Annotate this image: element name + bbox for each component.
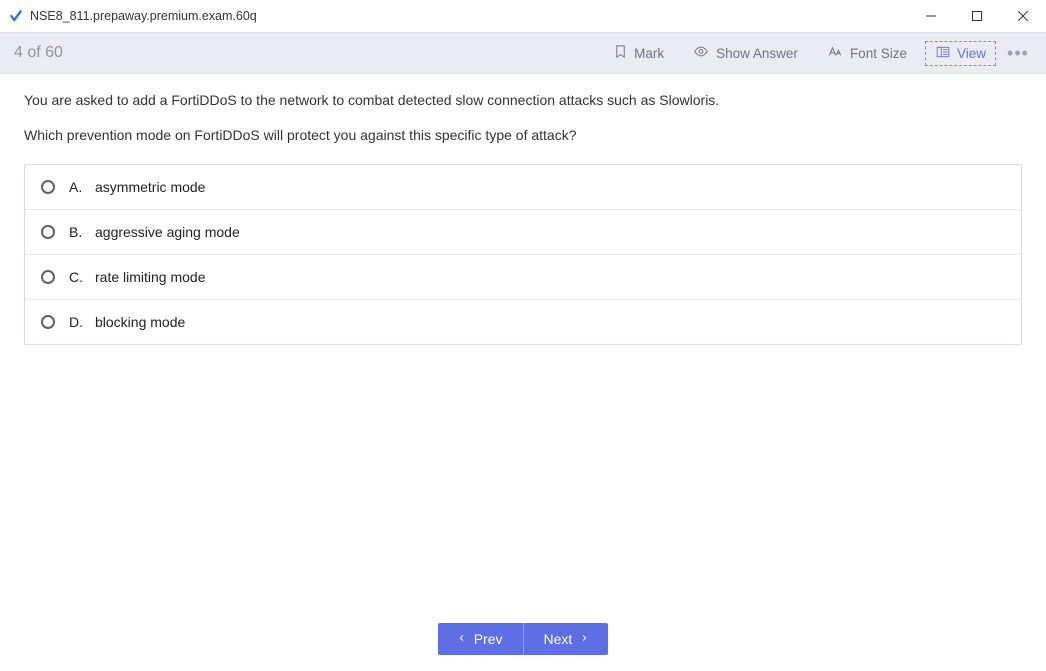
eye-icon xyxy=(692,44,710,62)
bookmark-icon xyxy=(613,44,628,62)
answer-option-a[interactable]: A. asymmetric mode xyxy=(25,165,1021,209)
show-answer-label: Show Answer xyxy=(716,46,798,61)
more-menu-button[interactable]: ••• xyxy=(1004,43,1032,64)
minimize-button[interactable] xyxy=(908,0,954,32)
font-size-button[interactable]: Font Size xyxy=(816,40,917,66)
answer-text: aggressive aging mode xyxy=(95,224,240,240)
next-label: Next xyxy=(544,631,573,647)
view-label: View xyxy=(957,46,986,61)
radio-icon xyxy=(41,315,55,329)
radio-icon xyxy=(41,180,55,194)
mark-label: Mark xyxy=(634,46,664,61)
question-line-2: Which prevention mode on FortiDDoS will … xyxy=(24,125,1022,146)
question-area: You are asked to add a FortiDDoS to the … xyxy=(0,74,1046,361)
prev-button[interactable]: Prev xyxy=(438,623,524,655)
view-button[interactable]: View xyxy=(925,41,996,66)
question-counter: 4 of 60 xyxy=(14,44,63,62)
question-line-1: You are asked to add a FortiDDoS to the … xyxy=(24,90,1022,111)
answer-option-c[interactable]: C. rate limiting mode xyxy=(25,254,1021,299)
answer-letter: A. xyxy=(69,179,85,195)
answer-letter: C. xyxy=(69,269,85,285)
window-controls xyxy=(908,0,1046,32)
close-button[interactable] xyxy=(1000,0,1046,32)
footer-nav: Prev Next xyxy=(0,623,1046,655)
window-title: NSE8_811.prepaway.premium.exam.60q xyxy=(30,9,257,23)
chevron-left-icon xyxy=(458,631,466,647)
toolbar: 4 of 60 Mark Show Answer Font Size View … xyxy=(0,32,1046,74)
answer-text: asymmetric mode xyxy=(95,179,205,195)
title-bar: NSE8_811.prepaway.premium.exam.60q xyxy=(0,0,1046,32)
answer-text: blocking mode xyxy=(95,314,185,330)
show-answer-button[interactable]: Show Answer xyxy=(682,40,808,66)
app-icon xyxy=(8,8,24,24)
font-size-icon xyxy=(826,44,844,62)
chevron-right-icon xyxy=(580,631,588,647)
question-text: You are asked to add a FortiDDoS to the … xyxy=(24,90,1022,146)
prev-label: Prev xyxy=(474,631,503,647)
answer-letter: B. xyxy=(69,224,85,240)
nav-group: Prev Next xyxy=(438,623,609,655)
answer-option-d[interactable]: D. blocking mode xyxy=(25,299,1021,344)
view-layout-icon xyxy=(935,45,951,62)
answer-list: A. asymmetric mode B. aggressive aging m… xyxy=(24,164,1022,345)
mark-button[interactable]: Mark xyxy=(603,40,674,66)
answer-text: rate limiting mode xyxy=(95,269,206,285)
radio-icon xyxy=(41,270,55,284)
next-button[interactable]: Next xyxy=(524,623,609,655)
answer-letter: D. xyxy=(69,314,85,330)
radio-icon xyxy=(41,225,55,239)
font-size-label: Font Size xyxy=(850,46,907,61)
maximize-button[interactable] xyxy=(954,0,1000,32)
answer-option-b[interactable]: B. aggressive aging mode xyxy=(25,209,1021,254)
